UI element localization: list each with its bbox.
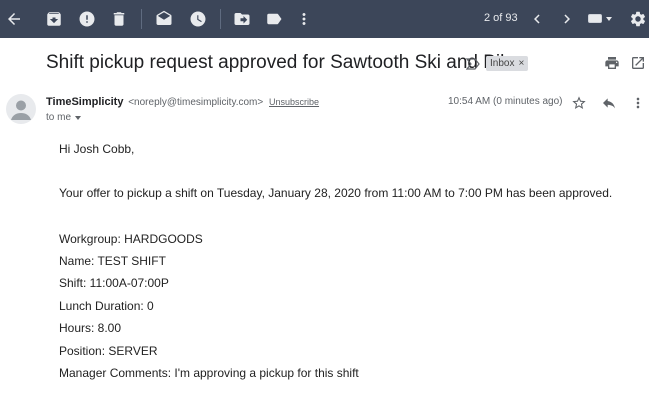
detail-workgroup: Workgroup: HARDGOODS [59,232,203,246]
email-greeting: Hi Josh Cobb, [59,142,135,156]
pagination-count: 2 of 93 [484,12,518,24]
detail-hours: Hours: 8.00 [59,321,122,335]
toolbar-divider [220,9,221,29]
email-toolbar: 2 of 93 [0,0,649,38]
detail-name: Name: TEST SHIFT [59,254,166,268]
back-arrow-icon[interactable] [4,9,24,29]
move-to-icon[interactable] [232,9,252,29]
inbox-label-chip: Inbox × [486,56,529,71]
email-subject: Shift pickup request approved for Sawtoo… [46,52,521,73]
gear-icon[interactable] [628,9,648,29]
reply-icon[interactable] [600,94,618,112]
sender-info: TimeSimplicity <noreply@timesimplicity.c… [46,96,319,108]
more-vert-icon[interactable] [629,94,647,112]
show-details-chevron-down-icon[interactable] [75,115,82,120]
sender-name[interactable]: TimeSimplicity [46,96,123,108]
archive-icon[interactable] [44,9,64,29]
more-vert-icon[interactable] [294,9,314,29]
label-name: Inbox [490,58,515,69]
mark-unread-icon[interactable] [154,9,174,29]
unsubscribe-link[interactable]: Unsubscribe [269,97,319,107]
toolbar-divider [141,9,142,29]
remove-label-button[interactable]: × [518,58,524,69]
email-message: Your offer to pickup a shift on Tuesday,… [59,186,613,200]
input-tools-dropdown-icon[interactable] [606,17,612,21]
importance-marker-icon[interactable] [465,57,480,70]
detail-lunch-duration: Lunch Duration: 0 [59,299,154,313]
recipient-label: to me [46,112,72,123]
detail-position: Position: SERVER [59,344,158,358]
star-icon[interactable] [570,94,588,112]
print-icon[interactable] [603,54,621,72]
recipient-info: to me [46,112,82,123]
email-timestamp: 10:54 AM (0 minutes ago) [448,96,563,107]
sender-email: <noreply@timesimplicity.com> [128,97,264,108]
snooze-icon[interactable] [188,9,208,29]
newer-chevron-left-icon[interactable] [527,9,547,29]
sender-avatar [6,94,36,124]
detail-shift: Shift: 11:00A-07:00P [59,276,169,290]
report-spam-icon[interactable] [77,9,97,29]
detail-manager-comments: Manager Comments: I'm approving a pickup… [59,366,359,380]
label-icon[interactable] [264,9,284,29]
older-chevron-right-icon[interactable] [557,9,577,29]
open-in-new-window-icon[interactable] [629,54,647,72]
input-tools-keyboard-icon[interactable] [588,14,602,23]
delete-icon[interactable] [109,9,129,29]
